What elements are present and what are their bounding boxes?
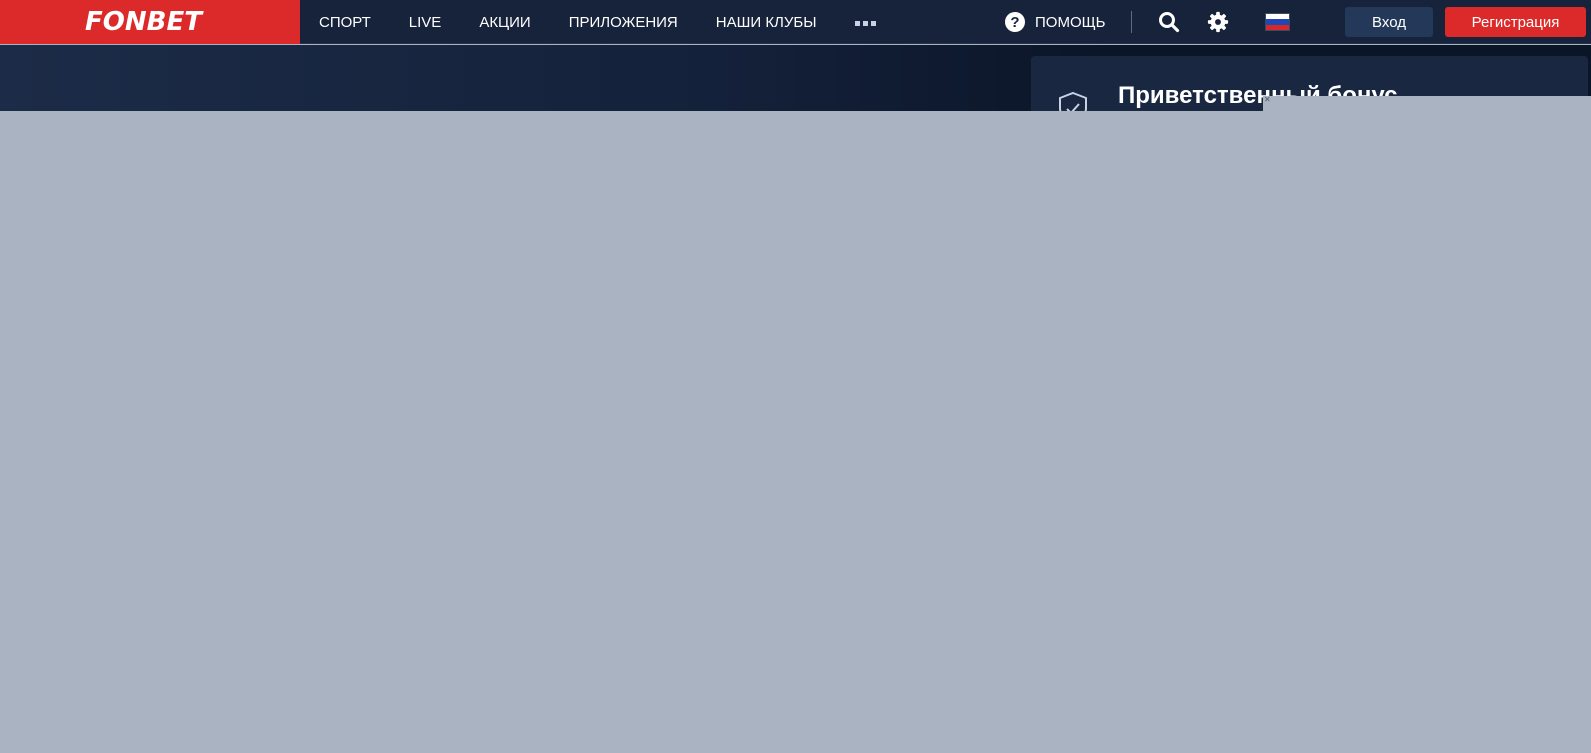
header-divider bbox=[1130, 11, 1132, 33]
question-circle-icon: ? bbox=[1005, 12, 1025, 32]
nav-item-promotions[interactable]: АКЦИИ bbox=[479, 14, 530, 31]
nav-item-live[interactable]: LIVE bbox=[409, 14, 442, 31]
search-icon[interactable] bbox=[1157, 10, 1181, 34]
nav-item-our-clubs[interactable]: НАШИ КЛУБЫ bbox=[716, 14, 817, 31]
header-tools: ? ПОМОЩЬ bbox=[1005, 0, 1290, 44]
page-overlay bbox=[0, 111, 1591, 753]
login-button[interactable]: Вход bbox=[1345, 7, 1433, 37]
register-button[interactable]: Регистрация bbox=[1445, 7, 1586, 37]
help-label: ПОМОЩЬ bbox=[1035, 13, 1106, 31]
main-nav: СПОРТ LIVE АКЦИИ ПРИЛОЖЕНИЯ НАШИ КЛУБЫ bbox=[300, 0, 876, 44]
close-icon[interactable]: ✕ bbox=[1264, 96, 1272, 104]
more-dots-icon[interactable] bbox=[854, 19, 876, 26]
nav-item-sport[interactable]: СПОРТ bbox=[319, 14, 371, 31]
help-link[interactable]: ? ПОМОЩЬ bbox=[1005, 12, 1106, 32]
shield-check-icon bbox=[1055, 90, 1091, 112]
nav-item-apps[interactable]: ПРИЛОЖЕНИЯ bbox=[569, 14, 678, 31]
russia-flag-icon[interactable] bbox=[1264, 13, 1290, 31]
top-navigation-bar: FONBET СПОРТ LIVE АКЦИИ ПРИЛОЖЕНИЯ НАШИ … bbox=[0, 0, 1591, 44]
logo-area[interactable]: FONBET bbox=[0, 0, 300, 44]
overlay-top-tab bbox=[1263, 96, 1591, 112]
gear-icon[interactable] bbox=[1206, 10, 1230, 34]
fonbet-logo[interactable]: FONBET bbox=[85, 6, 202, 38]
